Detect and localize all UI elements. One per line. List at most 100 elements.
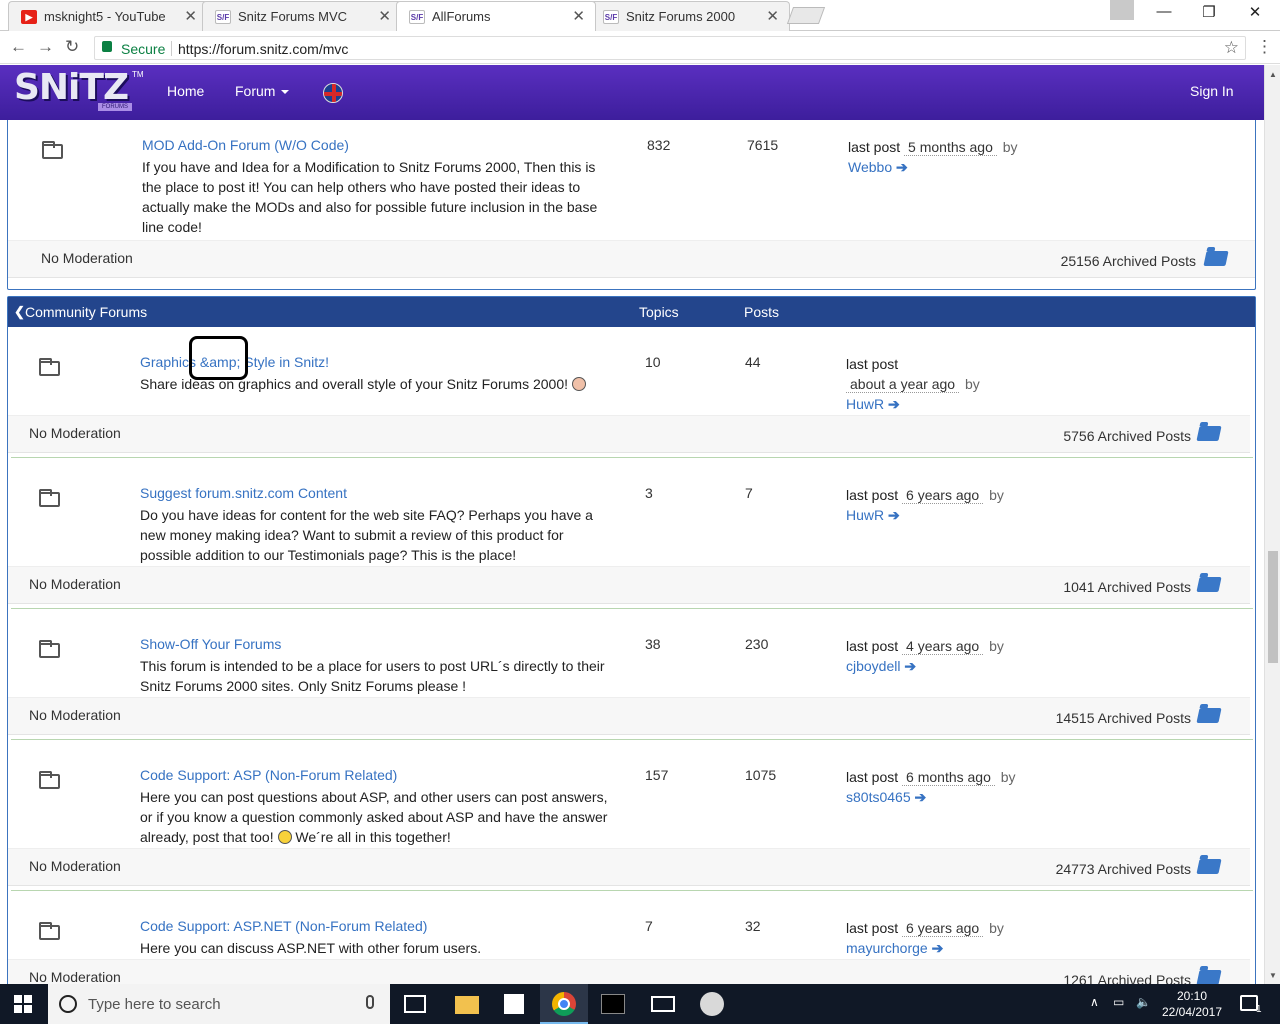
- forum-description: If you have and Idea for a Modification …: [142, 159, 598, 235]
- arrow-right-icon[interactable]: ➔: [896, 159, 908, 175]
- tab-snitz-mvc[interactable]: S/F Snitz Forums MVC ✕: [202, 1, 402, 31]
- menu-icon[interactable]: ⋮: [1256, 37, 1273, 57]
- folder-icon: [42, 141, 63, 159]
- forward-icon[interactable]: →: [37, 37, 54, 57]
- category-header[interactable]: ❮ Community Forums Topics Posts: [8, 297, 1255, 327]
- last-post-label: last post: [848, 139, 901, 155]
- profile-icon[interactable]: [1110, 0, 1134, 20]
- close-window-icon[interactable]: ✕: [1235, 3, 1275, 21]
- scroll-up-icon[interactable]: ▲: [1269, 70, 1277, 79]
- page-scrollbar[interactable]: ▲ ▼: [1264, 65, 1280, 984]
- tab-label: Snitz Forums MVC: [238, 9, 348, 24]
- nav-forum-dropdown[interactable]: Forum: [235, 83, 290, 99]
- forum-description-text: We´re all in this together!: [295, 829, 451, 845]
- tab-label: Snitz Forums 2000: [626, 9, 736, 24]
- tab-snitz-2000[interactable]: S/F Snitz Forums 2000 ✕: [590, 1, 790, 31]
- last-post-label: last post: [846, 920, 899, 936]
- new-tab-button[interactable]: [786, 7, 826, 24]
- show-hidden-icons-icon[interactable]: ∧: [1090, 995, 1099, 1009]
- minimize-icon[interactable]: —: [1144, 3, 1184, 20]
- snitz-logo[interactable]: SNiTZ FORUMS TM: [14, 70, 144, 111]
- open-folder-icon[interactable]: [1203, 251, 1229, 266]
- last-post-info: last post 6 years ago by HuwR ➔: [846, 485, 1046, 525]
- network-icon[interactable]: ▭: [1113, 995, 1124, 1009]
- author-link[interactable]: HuwR: [846, 396, 884, 412]
- archived-posts-link[interactable]: 25156 Archived Posts: [1061, 253, 1196, 269]
- author-link[interactable]: mayurchorge: [846, 940, 928, 956]
- open-folder-icon[interactable]: [1196, 970, 1222, 984]
- microphone-icon[interactable]: [366, 995, 374, 1009]
- topic-count: 3: [645, 485, 653, 501]
- arrow-right-icon[interactable]: ➔: [915, 789, 927, 805]
- last-post-info: last post 5 months ago by Webbo ➔: [848, 137, 1048, 177]
- logo-tm: TM: [132, 70, 144, 79]
- chevron-left-icon[interactable]: ❮: [14, 304, 25, 320]
- scrollbar-thumb[interactable]: [1268, 551, 1278, 663]
- archived-posts-link[interactable]: 14515 Archived Posts: [1056, 710, 1191, 726]
- file-explorer-icon[interactable]: [455, 996, 479, 1014]
- arrow-right-icon[interactable]: ➔: [888, 396, 900, 412]
- maximize-icon[interactable]: ❐: [1189, 3, 1229, 21]
- forum-description: Here you can post questions about ASP, a…: [140, 787, 620, 847]
- scroll-down-icon[interactable]: ▼: [1269, 971, 1277, 980]
- tab-allforums[interactable]: S/F AllForums ✕: [396, 1, 596, 31]
- topic-count: 38: [645, 636, 661, 652]
- smiley-icon: [277, 830, 292, 844]
- bookmark-star-icon[interactable]: ☆: [1224, 38, 1239, 58]
- archived-posts-link[interactable]: 1261 Archived Posts: [1063, 972, 1191, 984]
- url-text[interactable]: https://forum.snitz.com/mvc: [178, 41, 348, 57]
- forum-footer-bar: No Moderation 1041 Archived Posts: [8, 566, 1250, 604]
- windows-start-icon[interactable]: [14, 995, 32, 1013]
- tab-youtube[interactable]: ▶ msknight5 - YouTube ✕: [8, 1, 208, 31]
- mail-icon[interactable]: [651, 996, 675, 1012]
- archived-posts-link[interactable]: 5756 Archived Posts: [1063, 428, 1191, 444]
- nav-forum-label: Forum: [235, 83, 276, 99]
- forum-title-link[interactable]: Show-Off Your Forums: [140, 636, 281, 652]
- cortana-icon: [59, 995, 77, 1013]
- arrow-right-icon[interactable]: ➔: [888, 507, 900, 523]
- forum-title-link[interactable]: Suggest forum.snitz.com Content: [140, 485, 347, 501]
- close-tab-icon[interactable]: ✕: [766, 7, 779, 25]
- forum-description: This forum is intended to be a place for…: [140, 658, 605, 694]
- moderation-status: No Moderation: [29, 576, 121, 592]
- arrow-right-icon[interactable]: ➔: [904, 658, 916, 674]
- author-link[interactable]: HuwR: [846, 507, 884, 523]
- snitz-icon: S/F: [603, 10, 619, 24]
- chrome-taskbar-item[interactable]: [540, 984, 588, 1024]
- forum-title-link[interactable]: MOD Add-On Forum (W/O Code): [142, 137, 349, 153]
- arrow-right-icon[interactable]: ➔: [932, 940, 944, 956]
- uk-flag-icon[interactable]: [323, 83, 343, 103]
- paint-icon[interactable]: [700, 992, 724, 1016]
- close-tab-icon[interactable]: ✕: [378, 7, 391, 25]
- reload-icon[interactable]: ↻: [65, 37, 79, 57]
- back-icon[interactable]: ←: [10, 37, 27, 57]
- clock-time: 20:10: [1176, 989, 1208, 1003]
- taskbar-clock[interactable]: 20:10 22/04/2017: [1160, 988, 1224, 1020]
- open-folder-icon[interactable]: [1196, 708, 1222, 723]
- forum-title-link[interactable]: Code Support: ASP.NET (Non-Forum Related…: [140, 918, 427, 934]
- forum-title-link[interactable]: Code Support: ASP (Non-Forum Related): [140, 767, 397, 783]
- open-folder-icon[interactable]: [1196, 426, 1222, 441]
- last-post-time: 6 years ago: [902, 487, 984, 504]
- store-icon[interactable]: [504, 994, 524, 1014]
- task-view-icon[interactable]: [404, 995, 426, 1013]
- by-label: by: [989, 638, 1004, 654]
- terminal-icon[interactable]: [601, 994, 625, 1014]
- taskbar-search-box[interactable]: Type here to search: [48, 984, 390, 1024]
- open-folder-icon[interactable]: [1196, 577, 1222, 592]
- sign-in-link[interactable]: Sign In: [1190, 83, 1234, 99]
- annotation-highlight-box: [189, 336, 248, 380]
- nav-home[interactable]: Home: [167, 83, 204, 99]
- volume-icon[interactable]: 🔈: [1136, 995, 1151, 1009]
- author-link[interactable]: cjboydell: [846, 658, 900, 674]
- open-folder-icon[interactable]: [1196, 859, 1222, 874]
- archived-posts-link[interactable]: 24773 Archived Posts: [1056, 861, 1191, 877]
- url-bar[interactable]: Secure https://forum.snitz.com/mvc ☆: [94, 36, 1246, 60]
- author-link[interactable]: s80ts0465: [846, 789, 911, 805]
- address-toolbar: ← → ↻ Secure https://forum.snitz.com/mvc…: [0, 32, 1280, 64]
- archived-posts-link[interactable]: 1041 Archived Posts: [1063, 579, 1191, 595]
- moderation-status: No Moderation: [29, 969, 121, 984]
- close-tab-icon[interactable]: ✕: [572, 7, 585, 25]
- close-tab-icon[interactable]: ✕: [184, 7, 197, 25]
- author-link[interactable]: Webbo: [848, 159, 892, 175]
